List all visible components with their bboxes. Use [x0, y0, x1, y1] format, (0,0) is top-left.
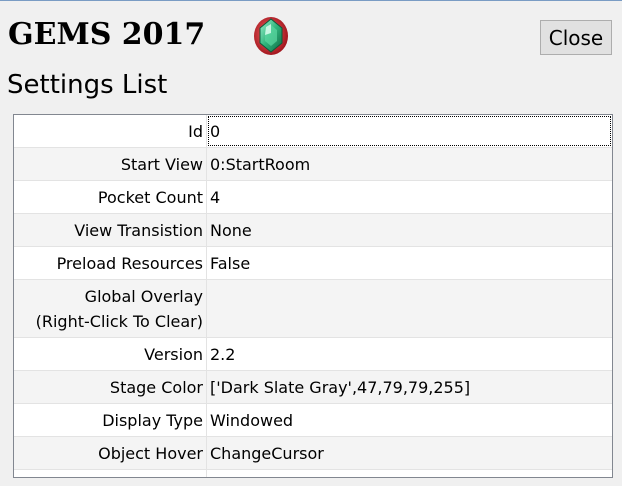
settings-label: View Transistion — [14, 214, 207, 246]
settings-row-start-view[interactable]: Start View 0:StartRoom — [14, 148, 612, 181]
settings-value[interactable]: 0:StartRoom — [207, 148, 612, 180]
window-top-border — [0, 0, 622, 1]
settings-row-display-type[interactable]: Display Type Windowed — [14, 404, 612, 437]
settings-label: Preload Resources — [14, 247, 207, 279]
settings-row-pocket-count[interactable]: Pocket Count 4 — [14, 181, 612, 214]
settings-label: Display Type — [14, 404, 207, 436]
settings-value — [207, 470, 612, 477]
settings-row-stage-color[interactable]: Stage Color ['Dark Slate Gray',47,79,79,… — [14, 371, 612, 404]
settings-row-preload-resources[interactable]: Preload Resources False — [14, 247, 612, 280]
settings-label: Id — [14, 115, 207, 147]
settings-label: Start View — [14, 148, 207, 180]
settings-label: Version — [14, 338, 207, 370]
settings-grid: Id 0 Start View 0:StartRoom Pocket Count… — [13, 114, 613, 478]
settings-value[interactable]: None — [207, 214, 612, 246]
settings-row-view-transistion[interactable]: View Transistion None — [14, 214, 612, 247]
settings-row-partial — [14, 470, 612, 477]
settings-value[interactable]: 0 — [207, 115, 612, 147]
settings-label — [14, 470, 207, 477]
app-title: GEMS 2017 — [8, 17, 206, 52]
settings-row-id[interactable]: Id 0 — [14, 115, 612, 148]
settings-value[interactable]: ['Dark Slate Gray',47,79,79,255] — [207, 371, 612, 403]
settings-label: Object Hover — [14, 437, 207, 469]
settings-value[interactable]: Windowed — [207, 404, 612, 436]
settings-label: Pocket Count — [14, 181, 207, 213]
close-button[interactable]: Close — [540, 20, 612, 55]
settings-label: Global Overlay (Right-Click To Clear) — [14, 280, 207, 337]
settings-row-global-overlay[interactable]: Global Overlay (Right-Click To Clear) — [14, 280, 612, 338]
gem-icon — [254, 17, 288, 55]
section-title: Settings List — [7, 70, 168, 100]
settings-label: Stage Color — [14, 371, 207, 403]
settings-value[interactable]: ChangeCursor — [207, 437, 612, 469]
settings-value[interactable]: False — [207, 247, 612, 279]
settings-row-version[interactable]: Version 2.2 — [14, 338, 612, 371]
settings-value[interactable]: 2.2 — [207, 338, 612, 370]
settings-value[interactable]: 4 — [207, 181, 612, 213]
settings-row-object-hover[interactable]: Object Hover ChangeCursor — [14, 437, 612, 470]
settings-value[interactable] — [207, 280, 612, 337]
